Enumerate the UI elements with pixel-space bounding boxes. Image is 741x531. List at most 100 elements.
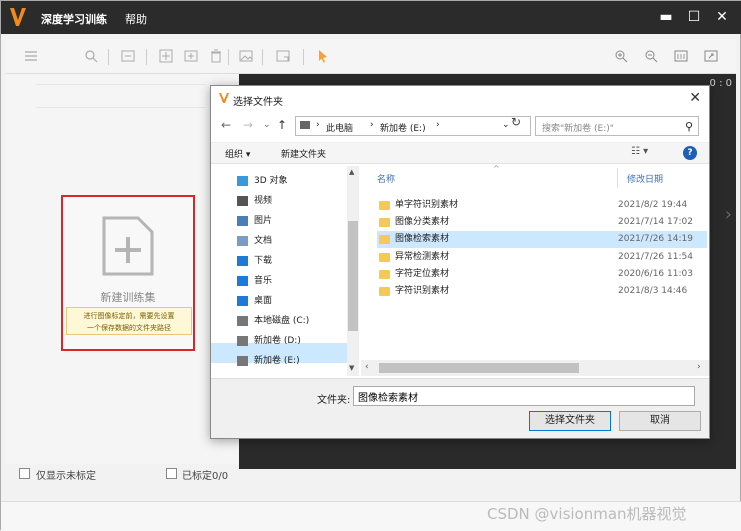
- app-window: 深度学习训练 帮助 ▬ ☐ ✕ 新建训练集 进行图像标定前，需要先设置 一个保存…: [0, 0, 741, 531]
- nav-scrollbar[interactable]: ▲ ▼: [347, 166, 359, 376]
- downloads-icon: [237, 255, 248, 266]
- file-row[interactable]: 图像检索素材 2021/7/26 14:19: [377, 231, 707, 248]
- file-date: 2021/7/26 14:19: [618, 234, 693, 244]
- file-date: 2021/7/14 17:02: [618, 217, 693, 227]
- documents-icon: [237, 235, 248, 246]
- view-options-icon[interactable]: ☷ ▾: [631, 146, 648, 157]
- close-icon[interactable]: ✕: [712, 7, 732, 27]
- scroll-down-icon[interactable]: ▼: [349, 364, 354, 372]
- export-icon[interactable]: [276, 49, 290, 63]
- organize-menu[interactable]: 组织 ▾: [225, 147, 250, 160]
- file-date: 2021/8/3 14:46: [618, 286, 688, 296]
- nav-item[interactable]: 新加卷 (D:): [237, 332, 352, 350]
- tooltip: 进行图像标定前，需要先设置 一个保存数据的文件夹路径: [66, 307, 192, 335]
- nav-item-label: 本地磁盘 (C:): [254, 316, 310, 326]
- up-icon[interactable]: ↑: [277, 118, 287, 132]
- delete-icon[interactable]: [209, 49, 223, 63]
- horizontal-scrollbar[interactable]: ‹ ›: [361, 360, 709, 376]
- nav-item[interactable]: 视频: [237, 192, 352, 210]
- search-icon[interactable]: [84, 49, 98, 63]
- folder-icon: [379, 253, 390, 262]
- nav-item[interactable]: 本地磁盘 (C:): [237, 312, 352, 330]
- file-row[interactable]: 单字符识别素材 2021/8/2 19:44: [377, 197, 707, 214]
- only-unlabeled-checkbox[interactable]: [19, 468, 30, 479]
- pointer-icon[interactable]: [316, 49, 330, 63]
- folder-icon: [379, 201, 390, 210]
- maximize-icon[interactable]: ☐: [684, 7, 704, 27]
- new-file-icon: [102, 216, 154, 276]
- menu-help[interactable]: 帮助: [125, 11, 147, 27]
- nav-item[interactable]: 桌面: [237, 292, 352, 310]
- refresh-icon[interactable]: ↻: [511, 115, 521, 129]
- file-date: 2021/7/26 11:54: [618, 252, 693, 262]
- file-row[interactable]: 字符识别素材 2021/8/3 14:46: [377, 283, 707, 300]
- zoom-in-icon[interactable]: [614, 49, 628, 63]
- minimize-icon[interactable]: ▬: [656, 7, 676, 27]
- import-icon[interactable]: [121, 49, 135, 63]
- scroll-left-icon[interactable]: ‹: [365, 362, 369, 372]
- file-name: 单字符识别素材: [395, 200, 459, 210]
- title-bar: 深度学习训练 帮助 ▬ ☐ ✕: [1, 1, 741, 34]
- next-image-icon[interactable]: ›: [725, 204, 732, 225]
- sort-indicator-icon: ^: [493, 164, 500, 173]
- back-icon[interactable]: ←: [221, 118, 231, 132]
- search-icon[interactable]: ⚲: [685, 120, 693, 133]
- add-icon[interactable]: [159, 49, 173, 63]
- file-row[interactable]: 图像分类素材 2021/7/14 17:02: [377, 214, 707, 231]
- breadcrumb-item[interactable]: 此电脑: [326, 121, 353, 134]
- folder-icon: [379, 218, 390, 227]
- scroll-thumb[interactable]: [379, 363, 579, 373]
- list-settings-icon[interactable]: [24, 49, 38, 63]
- folder-input[interactable]: [353, 386, 695, 406]
- nav-item[interactable]: 音乐: [237, 272, 352, 290]
- folder-icon: [379, 270, 390, 279]
- new-training-set-button[interactable]: 新建训练集 进行图像标定前，需要先设置 一个保存数据的文件夹路径: [61, 195, 195, 351]
- forward-icon[interactable]: →: [243, 118, 253, 132]
- image-list-panel: 新建训练集 进行图像标定前，需要先设置 一个保存数据的文件夹路径: [6, 74, 239, 464]
- close-icon[interactable]: ✕: [689, 90, 701, 106]
- zoom-out-icon[interactable]: [644, 49, 658, 63]
- folder-icon: [379, 287, 390, 296]
- add-folder-icon[interactable]: [184, 49, 198, 63]
- labeled-checkbox[interactable]: [166, 468, 177, 479]
- file-row[interactable]: 异常检测素材 2021/7/26 11:54: [377, 249, 707, 266]
- toolbar-divider: [146, 49, 147, 65]
- image-icon[interactable]: [239, 49, 253, 63]
- search-box[interactable]: 搜索"新加卷 (E:)" ⚲: [535, 116, 699, 136]
- breadcrumb-item[interactable]: 新加卷 (E:): [380, 121, 426, 134]
- only-unlabeled-label: 仅显示未标定: [36, 471, 96, 482]
- recent-locations-icon[interactable]: ⌄: [263, 120, 271, 130]
- nav-item[interactable]: 新加卷 (E:): [237, 352, 352, 370]
- nav-item[interactable]: 文档: [237, 232, 352, 250]
- tooltip-line: 一个保存数据的文件夹路径: [87, 324, 171, 332]
- file-date: 2021/8/2 19:44: [618, 200, 688, 210]
- new-folder-button[interactable]: 新建文件夹: [281, 147, 326, 160]
- nav-item[interactable]: 3D 对象: [237, 172, 352, 190]
- nav-item-label: 新加卷 (D:): [254, 336, 301, 346]
- scroll-up-icon[interactable]: ▲: [349, 168, 354, 176]
- dialog-footer: 文件夹: 选择文件夹 取消: [211, 378, 709, 438]
- video-icon: [237, 195, 248, 206]
- help-icon[interactable]: ?: [683, 146, 697, 160]
- nav-item-label: 文档: [254, 236, 273, 246]
- fit-window-icon[interactable]: [704, 49, 718, 63]
- cancel-button[interactable]: 取消: [619, 411, 701, 431]
- scroll-right-icon[interactable]: ›: [697, 362, 701, 372]
- folder-label: 文件夹:: [317, 395, 351, 406]
- drive-icon: [237, 355, 248, 366]
- local-disk-icon: [237, 315, 248, 326]
- command-bar: 组织 ▾ 新建文件夹 ☷ ▾ ?: [211, 142, 709, 164]
- nav-item[interactable]: 下载: [237, 252, 352, 270]
- file-date: 2020/6/16 11:03: [618, 269, 693, 279]
- address-bar[interactable]: › 此电脑 › 新加卷 (E:) › ⌄: [295, 116, 531, 136]
- folder-icon: [379, 235, 390, 244]
- column-name-header[interactable]: 名称: [377, 172, 395, 185]
- new-training-set-label: 新建训练集: [100, 291, 156, 304]
- actual-size-icon[interactable]: [674, 49, 688, 63]
- nav-item[interactable]: 图片: [237, 212, 352, 230]
- address-dropdown-icon[interactable]: ⌄: [502, 120, 510, 130]
- file-row[interactable]: 字符定位素材 2020/6/16 11:03: [377, 266, 707, 283]
- select-folder-button[interactable]: 选择文件夹: [529, 411, 611, 431]
- column-modified-header[interactable]: 修改日期: [627, 172, 663, 185]
- scroll-thumb[interactable]: [348, 221, 358, 331]
